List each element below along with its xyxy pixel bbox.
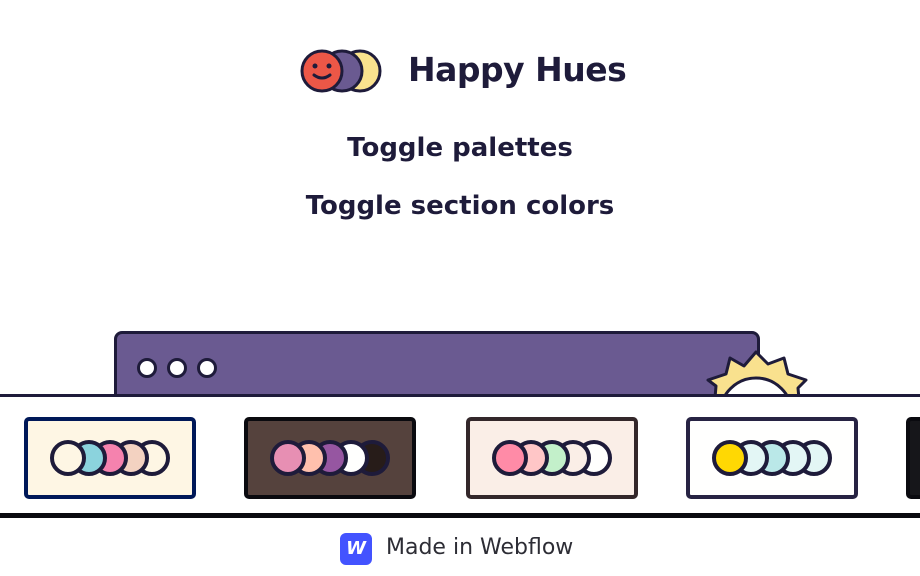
brand-title[interactable]: Happy Hues [408,50,627,89]
palette-swatch[interactable] [466,417,638,499]
webflow-logo-icon[interactable]: W [340,533,372,565]
window-dot-icon [137,358,157,378]
palette-swatch[interactable] [686,417,858,499]
palette-color-dots [492,440,612,476]
palette-color-dot [712,440,748,476]
palette-color-dot [50,440,86,476]
palette-swatch[interactable] [24,417,196,499]
footer: W Made in Webflow [0,518,920,576]
palette-swatch[interactable] [244,417,416,499]
palette-color-dots [50,440,170,476]
toggle-palettes-button[interactable]: Toggle palettes [0,133,920,163]
made-in-webflow-link[interactable]: Made in Webflow [386,535,573,560]
window-dot-icon [197,358,217,378]
palette-color-dot [492,440,528,476]
palette-swatch[interactable] [906,417,920,499]
happy-hues-logo-icon[interactable] [300,47,384,95]
toggle-section-colors-button[interactable]: Toggle section colors [0,191,920,221]
palette-color-dots [712,440,832,476]
palette-color-dot [270,440,306,476]
window-dot-icon [167,358,187,378]
palette-color-dots [270,440,390,476]
palette-picker-bar [0,394,920,518]
